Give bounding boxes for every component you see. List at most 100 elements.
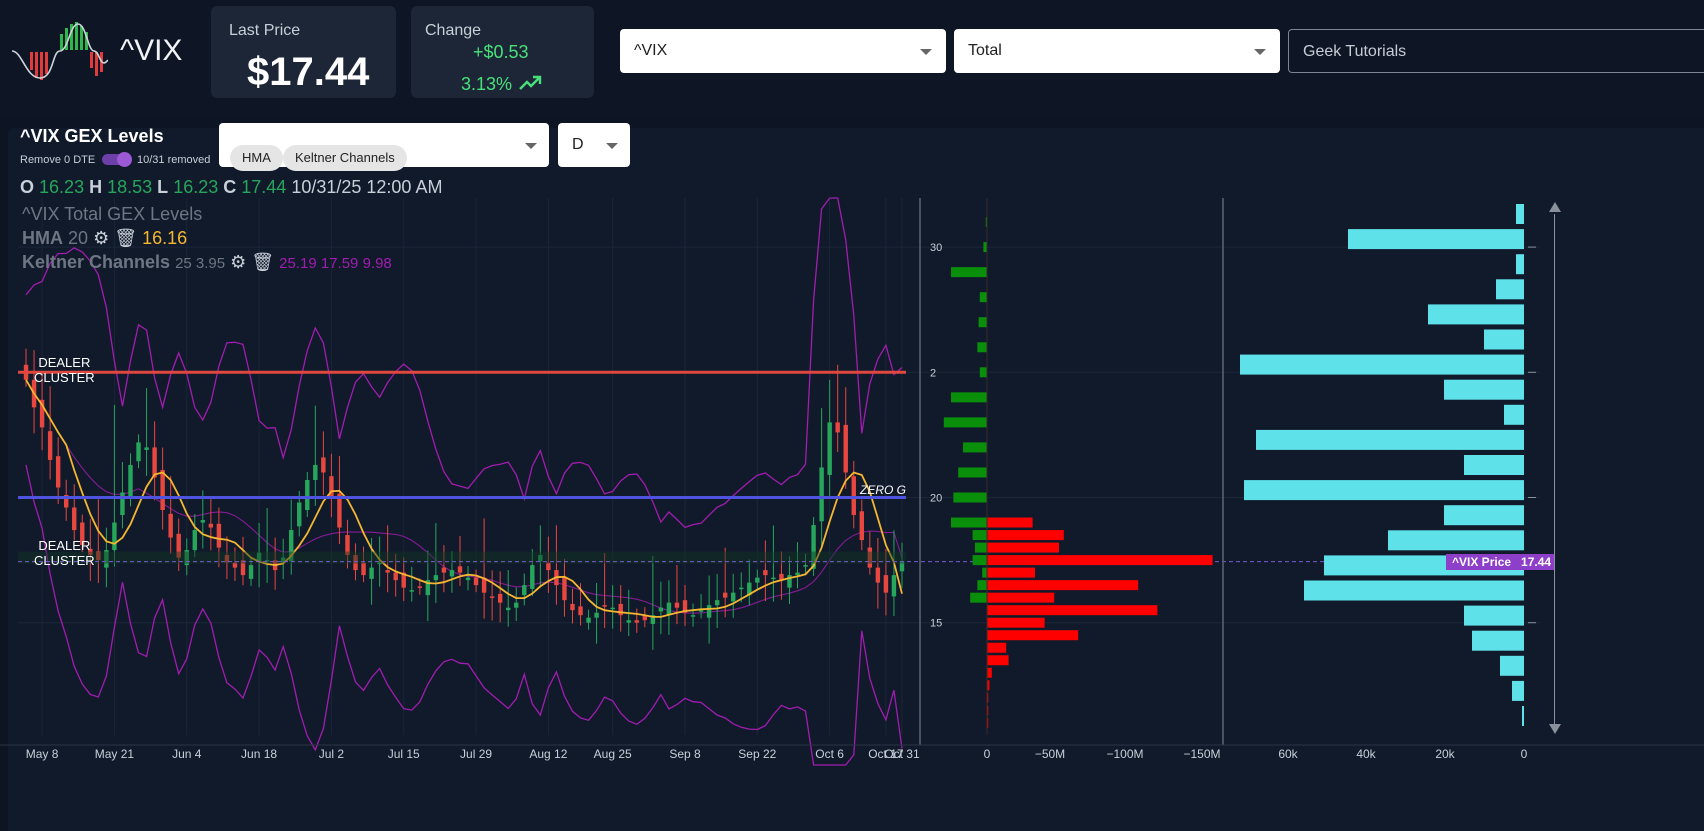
oi-bar: [1444, 379, 1524, 400]
candle-body: [200, 520, 206, 523]
candlestick: [497, 571, 503, 623]
oi-bar: [1244, 480, 1524, 501]
candlestick: [337, 456, 342, 545]
gear-icon[interactable]: ⚙: [230, 252, 246, 272]
oi-bar: [1516, 254, 1524, 275]
x-tick-label: May 8: [26, 747, 59, 761]
gear-icon[interactable]: ⚙: [93, 228, 109, 248]
candlestick: [899, 542, 905, 588]
x-tick-label: Aug 25: [594, 747, 632, 761]
candle-body: [827, 422, 832, 475]
candlestick: [321, 431, 326, 496]
oi-bar: [1348, 229, 1524, 250]
gex-bars: [943, 198, 1213, 735]
candle-body: [739, 587, 744, 590]
candlestick: [63, 479, 69, 521]
oi-bar: [1428, 304, 1524, 325]
candle-body: [803, 565, 808, 567]
candle-body: [618, 603, 623, 616]
candle-body: [883, 575, 889, 593]
x-tick-label: Jul 29: [460, 747, 492, 761]
candle-body: [755, 577, 760, 583]
candlestick: [120, 462, 125, 529]
scroll-arrow-up-icon[interactable]: [1549, 202, 1561, 212]
gex-axis-label: −100M: [1106, 747, 1143, 761]
candle-body: [698, 610, 704, 612]
candlestick: [851, 460, 856, 529]
oi-bar: [1472, 630, 1524, 651]
candlestick: [554, 525, 559, 605]
candlestick: [835, 364, 840, 453]
candle-body: [634, 620, 639, 623]
candle-body: [409, 590, 414, 592]
gex-call-bar: [982, 567, 987, 578]
candlestick: [666, 580, 672, 635]
candle-body: [72, 507, 77, 531]
candlestick: [795, 542, 800, 589]
candle-body: [433, 575, 439, 581]
candlestick: [96, 499, 101, 583]
dealer-cluster-bottom-label: DEALER CLUSTER: [34, 538, 95, 568]
candlestick: [594, 583, 599, 644]
candle-body: [859, 511, 865, 541]
gex-axis-label: −50M: [1035, 747, 1065, 761]
candlestick: [634, 608, 639, 633]
candlestick: [208, 497, 214, 551]
gex-call-bar: [983, 242, 987, 253]
candle-body: [47, 431, 53, 460]
candle-body: [522, 585, 527, 596]
candlestick: [144, 388, 149, 476]
zero-gamma-label: ZERO G: [860, 483, 907, 497]
candlestick: [409, 566, 414, 602]
oi-axis-label: 40k: [1356, 747, 1376, 761]
oi-bar: [1522, 706, 1524, 726]
candle-body: [594, 612, 599, 618]
dealer-cluster-top-line2: CLUSTER: [34, 370, 95, 385]
price-scale-scrollbar[interactable]: [1554, 214, 1555, 724]
candle-body: [666, 602, 672, 616]
candlestick: [489, 570, 495, 621]
gex-put-bar: [987, 642, 1007, 653]
oi-bars: [1240, 204, 1524, 726]
oi-axis-label: 60k: [1278, 747, 1298, 761]
trash-icon[interactable]: 🗑: [251, 252, 274, 272]
legend: ^VIX Total GEX Levels HMA 20 ⚙ 🗑 16.16 K…: [22, 202, 392, 276]
candle-body: [168, 513, 173, 538]
candle-body: [875, 567, 881, 583]
gex-call-bar: [958, 467, 987, 478]
gex-chart[interactable]: May 8 May 21 Jun 4 Jun 18 Jul 2 Jul 15 Jul 29 A…: [0, 0, 1704, 831]
candlestick: [570, 588, 575, 624]
gex-call-bar: [972, 555, 987, 566]
candle-body: [112, 522, 117, 551]
candlestick: [465, 566, 471, 591]
candle-body: [674, 602, 680, 608]
scroll-arrow-down-icon[interactable]: [1549, 724, 1561, 734]
candle-body: [216, 523, 222, 548]
candlestick: [731, 573, 736, 618]
candle-body: [497, 593, 503, 603]
series-title: ^VIX Total GEX Levels: [22, 204, 203, 224]
candle-body: [473, 577, 479, 586]
keltner-params: 25 3.95: [175, 255, 226, 272]
gex-axis-label: −150M: [1183, 747, 1220, 761]
candle-body: [489, 596, 495, 598]
candlestick: [658, 581, 664, 635]
keltner-values: 25.19 17.59 9.98: [279, 255, 392, 272]
candlestick: [72, 484, 77, 541]
candlestick: [771, 525, 776, 602]
keltner-name: Keltner Channels: [22, 252, 171, 272]
candle-body: [843, 424, 848, 473]
gex-call-bar: [963, 442, 987, 453]
gex-put-bar: [987, 567, 1035, 578]
candle-body: [546, 562, 551, 571]
candle-body: [369, 567, 374, 579]
candlestick: [674, 565, 680, 625]
candlestick: [473, 569, 479, 593]
gex-call-bar: [951, 392, 987, 403]
trash-icon[interactable]: 🗑: [114, 228, 137, 248]
gex-call-bar: [951, 517, 987, 528]
candlestick: [602, 553, 607, 628]
oi-bar: [1464, 455, 1524, 475]
gex-put-bar: [987, 655, 1009, 666]
gex-call-bar: [978, 317, 987, 328]
